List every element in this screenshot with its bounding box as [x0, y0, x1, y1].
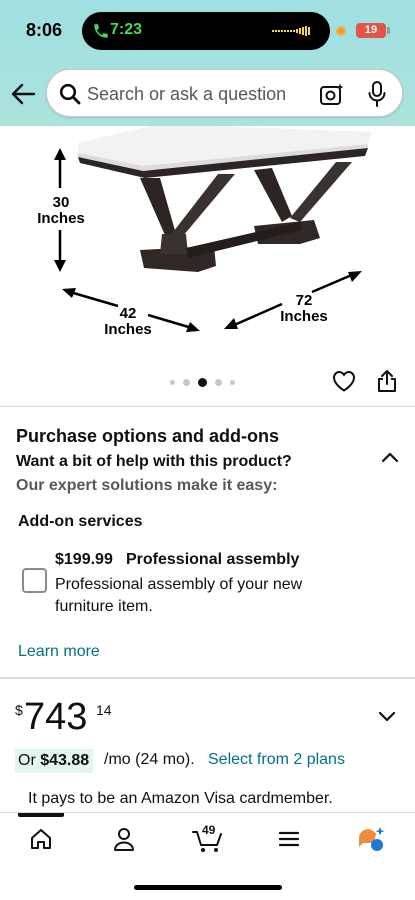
purchase-options-subtitle: Want a bit of help with this product?	[16, 453, 292, 470]
camera-lens-icon[interactable]	[319, 82, 345, 106]
length-label-unit: Inches	[280, 308, 328, 325]
image-carousel-dots[interactable]	[170, 377, 235, 387]
price-symbol: $	[15, 702, 23, 718]
hamburger-menu-icon	[278, 831, 300, 847]
tab-home[interactable]	[30, 824, 52, 854]
tab-rufus[interactable]	[357, 824, 387, 854]
assembly-checkbox[interactable]	[22, 568, 47, 593]
width-label-number: 42	[120, 305, 137, 322]
monthly-payment-badge: Or $43.88	[15, 749, 94, 773]
active-tab-indicator	[18, 813, 64, 817]
search-icon	[59, 83, 81, 105]
purchase-options-tagline: Our expert solutions make it easy:	[16, 477, 278, 494]
heart-icon[interactable]	[332, 370, 356, 392]
addon-price: $199.99	[55, 551, 113, 568]
product-image[interactable]: 30 Inches 42 Inches 72 Inches	[0, 126, 415, 366]
search-bar[interactable]	[46, 69, 403, 117]
purchase-options-title: Purchase options and add-ons	[16, 426, 280, 446]
monthly-prefix: Or	[18, 752, 41, 769]
visa-promo-text[interactable]: It pays to be an Amazon Visa cardmember.	[28, 790, 333, 808]
battery-icon: 19	[356, 23, 386, 38]
addon-name: Professional assembly	[126, 551, 300, 568]
home-icon	[31, 829, 51, 849]
tab-account[interactable]	[112, 824, 136, 854]
status-time: 8:06	[26, 20, 63, 40]
privacy-indicator-icon	[336, 26, 346, 36]
price-fraction: 14	[96, 702, 112, 718]
height-label-unit: Inches	[37, 210, 85, 227]
section-divider	[0, 677, 415, 679]
tab-menu[interactable]	[278, 824, 300, 854]
height-label-number: 30	[53, 194, 70, 211]
dynamic-island-call[interactable]: 7:23	[82, 12, 330, 50]
microphone-icon[interactable]	[368, 81, 386, 107]
divider	[0, 406, 415, 407]
home-indicator	[134, 885, 282, 890]
addon-services-heading: Add-on services	[18, 513, 143, 530]
call-duration: 7:23	[110, 21, 143, 38]
rufus-ai-icon	[359, 827, 385, 851]
monthly-term: /mo (24 mo).	[104, 751, 195, 768]
audio-wave-icon	[272, 26, 310, 36]
select-plans-link[interactable]: Select from 2 plans	[208, 751, 345, 769]
chevron-up-icon[interactable]	[380, 450, 400, 464]
share-icon[interactable]	[377, 369, 397, 393]
carousel-dot[interactable]	[183, 378, 190, 386]
battery-tip	[387, 27, 390, 34]
carousel-dot[interactable]	[230, 379, 235, 385]
price-whole: 743	[24, 696, 88, 738]
phone-icon	[94, 24, 108, 38]
chevron-down-icon[interactable]	[377, 710, 397, 724]
length-label-number: 72	[296, 292, 313, 309]
addon-description: Professional assembly of your new furnit…	[55, 576, 303, 615]
cart-count-badge: 49	[202, 823, 216, 837]
carousel-dot[interactable]	[215, 378, 222, 386]
carousel-dot-active[interactable]	[198, 377, 207, 387]
width-label-unit: Inches	[104, 321, 152, 338]
learn-more-link[interactable]: Learn more	[18, 643, 100, 661]
back-arrow-icon[interactable]	[10, 82, 36, 106]
person-icon	[114, 828, 134, 851]
search-input[interactable]	[87, 80, 307, 108]
monthly-amount: $43.88	[40, 752, 90, 769]
carousel-dot[interactable]	[170, 379, 175, 385]
